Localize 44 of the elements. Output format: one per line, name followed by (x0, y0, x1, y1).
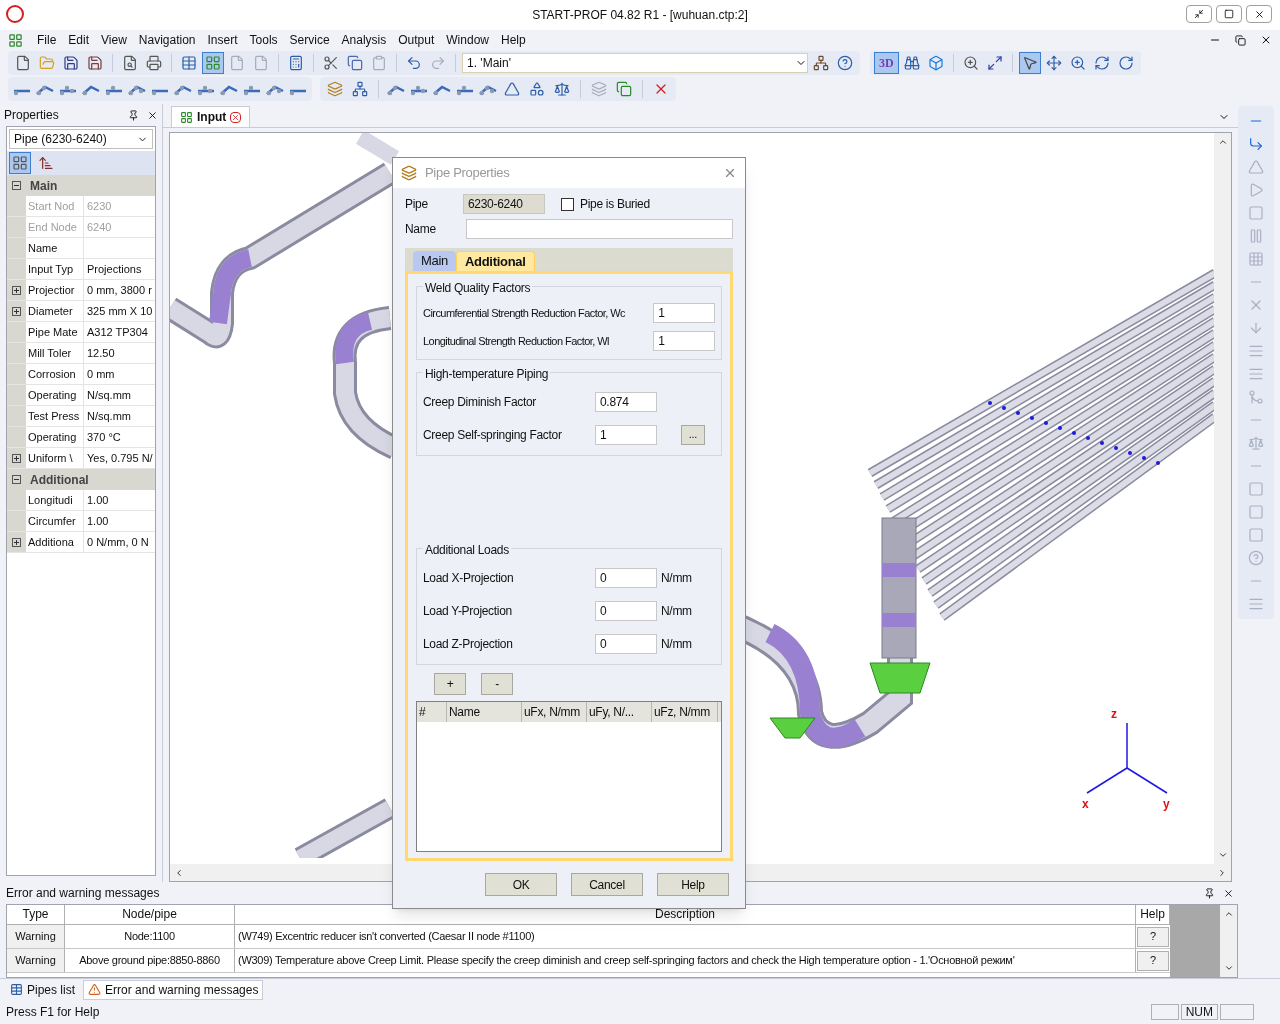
panel-title: Properties (4, 107, 59, 124)
unit-label: N/mm (661, 569, 692, 587)
property-name: Additiona (26, 532, 84, 552)
property-name: End Node (26, 217, 84, 237)
table-cell: Node:1100 (65, 925, 235, 948)
table-cell: Warning (7, 949, 65, 972)
field-label: Circumferential Strength Reduction Factor, Wc (423, 305, 627, 321)
axis-label: z (1111, 707, 1117, 721)
axis-label: x (1082, 797, 1089, 811)
property-name: Corrosion (26, 364, 84, 384)
unit-label: N/mm (661, 635, 692, 653)
property-name: Uniform \ (26, 448, 84, 468)
property-name: Projectior (26, 280, 84, 300)
property-name: Input Typ (26, 259, 84, 279)
window-title: START-PROF 04.82 R1 - [wuhuan.ctp:2] (532, 7, 748, 24)
table-cell: Warning (7, 925, 65, 948)
field-label: Load Y-Projection (423, 602, 513, 620)
table-cell: (W309) Temperature above Creep Limit. Please specify the creep diminish and creep self-springing factors and check the High temperature option - 1.'Основной режим' (235, 949, 1136, 972)
property-name: Mill Toler (26, 343, 84, 363)
property-name: Operating (26, 427, 84, 447)
property-name: Operating (26, 385, 84, 405)
table-cell: Above ground pipe:8850-8860 (65, 949, 235, 972)
property-name: Name (26, 238, 84, 258)
table-cell: (W749) Excentric reducer isn't converted (Caesar II node #1100) (235, 925, 1136, 948)
status-text: Press F1 for Help (6, 1004, 100, 1021)
field-label: Name (405, 221, 437, 238)
property-name: Pipe Mate (26, 322, 84, 342)
property-name: Diameter (26, 301, 84, 321)
property-name: Circumfer (26, 511, 84, 531)
field-label: Creep Self-springing Factor (423, 426, 563, 444)
property-name: Start Nod (26, 196, 84, 216)
property-name: Longitudi (26, 490, 84, 510)
panel-title: Error and warning messages (6, 885, 160, 902)
dialog-title: Pipe Properties (425, 164, 510, 183)
field-label: Creep Diminish Factor (423, 393, 538, 411)
status-indicator: NUM (1180, 1004, 1218, 1020)
property-name: Test Press (26, 406, 84, 426)
unit-label: N/mm (661, 602, 692, 620)
pipe-field: 6230-6240 (463, 194, 545, 214)
field-label: Load X-Projection (423, 569, 515, 587)
field-label: Pipe (405, 196, 429, 213)
field-label: Longitudinal Strength Reduction Factor, Wl (423, 333, 611, 349)
field-label: Load Z-Projection (423, 635, 514, 653)
axis-label: y (1163, 797, 1170, 811)
